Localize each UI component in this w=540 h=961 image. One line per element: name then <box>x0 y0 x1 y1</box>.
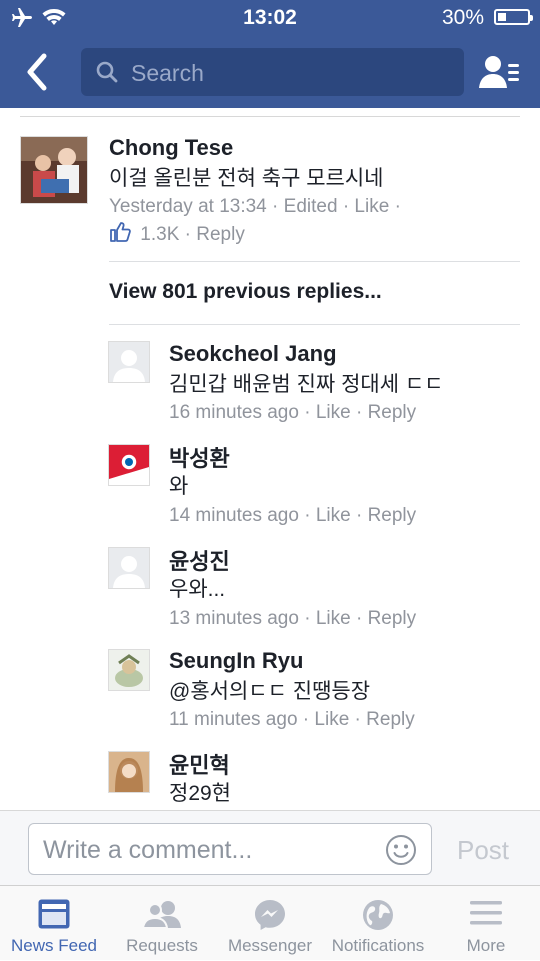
like-count[interactable]: 1.3K <box>140 224 179 245</box>
back-button[interactable] <box>18 50 58 94</box>
reply-link[interactable]: Reply <box>368 402 417 423</box>
comment-meta: 16 minutes ago · Like · Reply <box>169 402 417 423</box>
status-bar: 13:02 30% <box>0 0 540 36</box>
post-button[interactable]: Post <box>457 835 509 866</box>
default-profile-icon <box>109 548 149 588</box>
news-feed-icon <box>38 899 70 929</box>
comment-text: 정29현 <box>169 782 231 805</box>
tab-label: More <box>466 936 506 955</box>
comment-timestamp: 14 minutes ago <box>169 505 299 526</box>
comment-composer: Post <box>0 810 540 885</box>
reply-link[interactable]: Reply <box>368 608 417 629</box>
comment-author[interactable]: 윤성진 <box>169 544 230 576</box>
globe-icon <box>363 900 393 930</box>
view-previous-replies-link[interactable]: View 801 previous replies... <box>109 280 382 304</box>
comment-text: 김민갑 배윤범 진짜 정대세 ㄷㄷ <box>169 373 444 396</box>
tab-label: Notifications <box>331 936 425 955</box>
like-link[interactable]: Like <box>354 196 389 217</box>
comment-author[interactable]: Seokcheol Jang <box>169 341 337 367</box>
comment-meta: 11 minutes ago · Like · Reply <box>169 709 415 730</box>
chevron-left-icon <box>27 53 47 91</box>
divider <box>109 324 520 325</box>
person-list-icon <box>479 56 519 88</box>
avatar[interactable] <box>108 341 150 383</box>
comment-text: 이걸 올린분 전혀 축구 모르시네 <box>109 167 384 190</box>
search-box[interactable] <box>81 48 464 96</box>
like-link[interactable]: Like <box>316 608 351 629</box>
messenger-icon <box>255 900 285 930</box>
comment-text: 우와... <box>169 578 226 601</box>
comment-author[interactable]: Chong Tese <box>109 135 233 161</box>
search-icon <box>96 61 118 83</box>
comment-reactions: 1.3K · Reply <box>109 222 245 246</box>
avatar[interactable] <box>108 547 150 589</box>
reply-link[interactable]: Reply <box>196 224 245 245</box>
tab-messenger[interactable]: Messenger <box>216 886 324 961</box>
divider <box>20 116 520 117</box>
divider <box>109 261 520 262</box>
comment-text: @홍서의ㄷㄷ 진땡등장 <box>169 680 371 703</box>
tab-requests[interactable]: Requests <box>108 886 216 961</box>
avatar[interactable] <box>108 751 150 793</box>
friend-requests-icon <box>142 901 181 929</box>
comment-timestamp: Yesterday at 13:34 <box>109 196 267 217</box>
friends-list-button[interactable] <box>478 52 522 92</box>
comment-input[interactable] <box>41 832 375 868</box>
profile-photo <box>21 137 87 203</box>
search-input[interactable] <box>129 56 453 90</box>
comment-text: 와 <box>169 475 189 498</box>
battery-icon <box>494 9 533 25</box>
tab-label: Messenger <box>227 936 313 955</box>
like-link[interactable]: Like <box>316 505 351 526</box>
reply-link[interactable]: Reply <box>368 505 417 526</box>
edited-label[interactable]: Edited <box>284 196 338 217</box>
tab-bar: News Feed Requests Messenger Notificatio… <box>0 885 540 960</box>
comment-timestamp: 16 minutes ago <box>169 402 299 423</box>
navigation-bar: 13:02 30% <box>0 0 540 108</box>
thumbs-up-icon <box>110 222 131 242</box>
avatar[interactable] <box>20 136 88 204</box>
avatar[interactable] <box>108 649 150 691</box>
comment-meta: 14 minutes ago · Like · Reply <box>169 505 417 526</box>
like-link[interactable]: Like <box>314 709 349 730</box>
comments-thread: Chong Tese 이걸 올린분 전혀 축구 모르시네 Yesterday a… <box>0 108 540 810</box>
comment-meta: Yesterday at 13:34 · Edited · Like · <box>109 196 401 217</box>
avatar[interactable] <box>108 444 150 486</box>
comment-timestamp: 13 minutes ago <box>169 608 299 629</box>
profile-photo <box>109 752 149 792</box>
tab-label: News Feed <box>11 936 97 955</box>
tab-more[interactable]: More <box>432 886 540 961</box>
emoji-icon[interactable] <box>385 834 417 866</box>
comment-author[interactable]: SeungIn Ryu <box>169 648 303 674</box>
comment-field[interactable] <box>28 823 432 875</box>
club-crest-photo <box>109 445 149 485</box>
comment-meta: 13 minutes ago · Like · Reply <box>169 608 417 629</box>
comment-author[interactable]: 윤민혁 <box>169 748 230 780</box>
default-profile-icon <box>109 342 149 382</box>
comment-author[interactable]: 박성환 <box>169 441 230 473</box>
tab-label: Requests <box>126 936 198 955</box>
tab-news-feed[interactable]: News Feed <box>0 886 108 961</box>
hamburger-menu-icon <box>470 901 502 925</box>
battery-percentage: 30% <box>441 6 484 29</box>
like-link[interactable]: Like <box>316 402 351 423</box>
tab-notifications[interactable]: Notifications <box>324 886 432 961</box>
reply-link[interactable]: Reply <box>366 709 415 730</box>
comment-timestamp: 11 minutes ago <box>169 709 298 730</box>
profile-photo <box>109 650 149 690</box>
